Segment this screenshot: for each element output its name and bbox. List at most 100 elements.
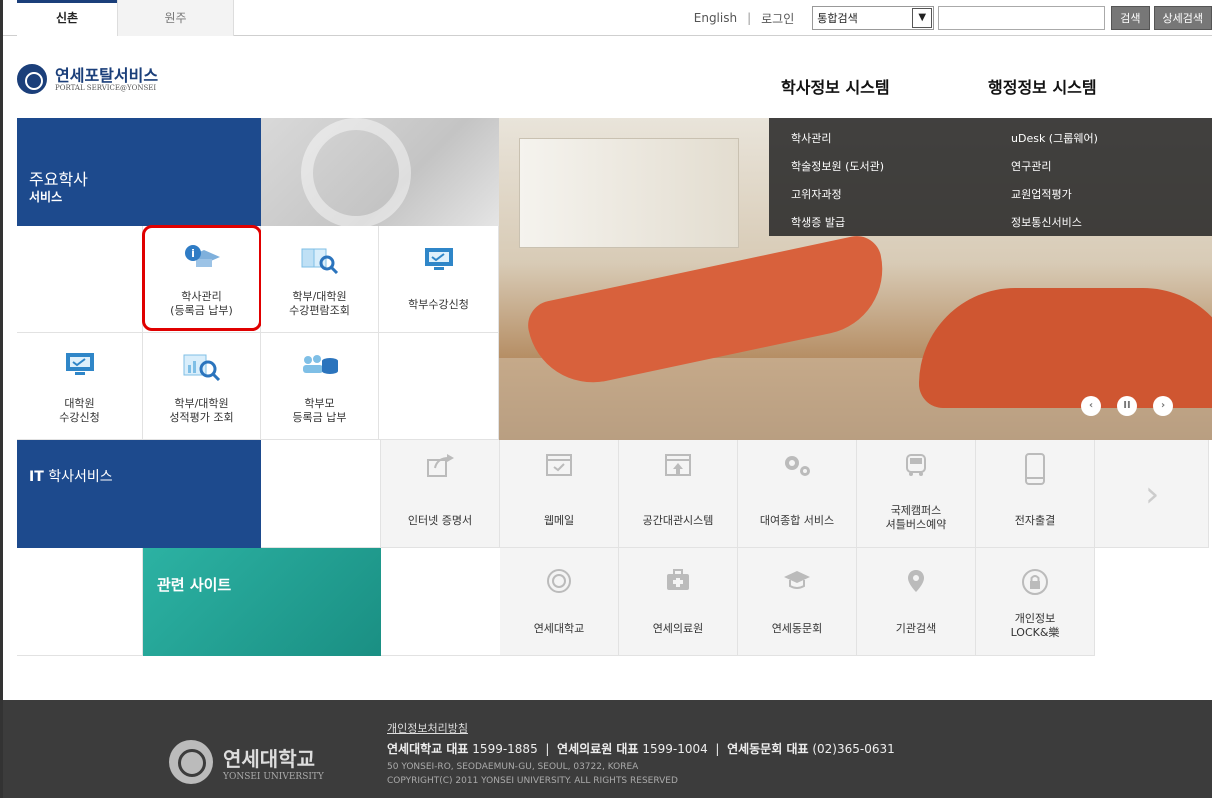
- contact-label: 연세동문회 대표: [727, 742, 809, 756]
- tile-label-line1: 학부/대학원: [292, 290, 347, 303]
- main-services-banner: 주요학사 서비스: [17, 118, 261, 226]
- portal-logo[interactable]: 연세포탈서비스 PORTAL SERVICE@YONSEI: [17, 64, 158, 94]
- site-label: 개인정보: [1014, 612, 1056, 625]
- site-label: 기관검색: [895, 622, 937, 635]
- menu-item-research[interactable]: 연구관리: [1011, 158, 1051, 174]
- english-link[interactable]: English: [690, 11, 741, 25]
- search-input[interactable]: [938, 6, 1106, 30]
- menu-item-academic-management[interactable]: 학사관리: [791, 130, 831, 146]
- tile-label-line1: 학부/대학원: [174, 397, 229, 410]
- menu-item-executive-program[interactable]: 고위자과정: [791, 186, 842, 202]
- empty-tile: [17, 226, 143, 333]
- service-space-rental[interactable]: 공간대관시스템: [619, 440, 738, 548]
- menu-item-student-id[interactable]: 학생증 발급: [791, 214, 845, 230]
- services-next-button[interactable]: ›: [1095, 440, 1209, 548]
- site-label: 연세의료원: [652, 622, 704, 635]
- menu-item-library[interactable]: 학술정보원 (도서관): [791, 158, 884, 174]
- tab-wonju[interactable]: 원주: [117, 0, 234, 36]
- site-yonsei-medical[interactable]: 연세의료원: [619, 548, 738, 656]
- contact-number: 1599-1004: [642, 742, 708, 756]
- tile-course-catalog[interactable]: 학부/대학원 수강편람조회: [261, 226, 379, 333]
- tile-label-line2: 성적평가 조회: [169, 411, 234, 424]
- footer-logo-title: 연세대학교: [223, 746, 315, 771]
- service-rental[interactable]: 대여종합 서비스: [738, 440, 857, 548]
- mobile-icon: [1025, 453, 1045, 485]
- related-sites-banner: 관련 사이트: [143, 548, 381, 656]
- search-button[interactable]: 검색: [1111, 6, 1150, 30]
- empty-tile: [379, 333, 499, 440]
- site-label: 연세동문회: [771, 622, 823, 635]
- book-search-icon: [301, 248, 338, 274]
- site-privacy-lock[interactable]: 개인정보 LOCK&樂: [976, 548, 1095, 656]
- it-title: 학사서비스: [48, 469, 113, 485]
- tile-grades[interactable]: 학부/대학원 성적평가 조회: [143, 333, 261, 440]
- chevron-down-icon[interactable]: ▼: [912, 8, 933, 28]
- privacy-policy-link[interactable]: 개인정보처리방침: [387, 720, 468, 736]
- search-scope-value: 통합검색: [817, 12, 858, 25]
- footer-address: 50 YONSEI-RO, SEODAEMUN-GU, SEOUL, 03722…: [387, 762, 639, 772]
- site-label: 연세대학교: [533, 622, 585, 635]
- graduation-cap-icon: [784, 571, 810, 589]
- advanced-search-button[interactable]: 상세검색: [1153, 6, 1212, 30]
- tile-label-line1: 학사관리: [181, 290, 222, 303]
- search-scope-select[interactable]: 통합검색 ▼: [812, 6, 935, 30]
- slider-prev-button[interactable]: ‹: [1081, 396, 1101, 416]
- site-yonsei-alumni[interactable]: 연세동문회: [738, 548, 857, 656]
- nav-admin-system[interactable]: 행정정보 시스템: [988, 74, 1097, 98]
- contact-label: 연세의료원 대표: [557, 742, 639, 756]
- it-title-bold: IT: [29, 469, 44, 485]
- svg-text:i: i: [191, 247, 195, 260]
- main-services-title: 주요학사: [29, 170, 88, 189]
- it-services-banner: IT 학사서비스: [17, 440, 261, 548]
- chart-search-icon: [183, 354, 220, 381]
- upload-box-icon: [665, 454, 691, 476]
- menu-item-it-service[interactable]: 정보통신서비스: [1011, 214, 1082, 230]
- tile-grad-registration[interactable]: 대학원 수강신청: [17, 333, 143, 440]
- site-label-line2: LOCK&樂: [1010, 626, 1060, 639]
- nav-academic-system[interactable]: 학사정보 시스템: [781, 74, 890, 98]
- footer: 연세대학교 YONSEI UNIVERSITY 개인정보처리방침 연세대학교 대…: [3, 700, 1212, 798]
- service-webmail[interactable]: 웹메일: [500, 440, 619, 548]
- service-shuttle-bus[interactable]: 국제캠퍼스 셔틀버스예약: [857, 440, 976, 548]
- tile-label-line2: 등록금 납부: [292, 411, 347, 424]
- medical-kit-icon: [667, 569, 689, 590]
- tile-label-line2: 수강편람조회: [289, 304, 350, 317]
- slider-pause-button[interactable]: II: [1117, 396, 1137, 416]
- empty-tile: [17, 548, 143, 656]
- tile-undergrad-registration[interactable]: 학부수강신청: [379, 226, 499, 333]
- footer-logo[interactable]: 연세대학교 YONSEI UNIVERSITY: [169, 740, 324, 784]
- footer-copyright: COPYRIGHT(C) 2011 YONSEI UNIVERSITY. ALL…: [387, 776, 678, 786]
- contact-number: (02)365-0631: [812, 742, 895, 756]
- mail-check-icon: [546, 454, 572, 476]
- lock-icon: [1022, 569, 1048, 595]
- logo-title: 연세포탈서비스: [55, 65, 159, 85]
- site-yonsei-university[interactable]: 연세대학교: [500, 548, 619, 656]
- header: 연세포탈서비스 PORTAL SERVICE@YONSEI 학사정보 시스템 행…: [3, 36, 1212, 118]
- share-icon: [427, 454, 454, 477]
- service-internet-certificate[interactable]: 인터넷 증명서: [381, 440, 500, 548]
- graduation-info-icon: i: [184, 245, 220, 267]
- location-pin-icon: [908, 570, 924, 592]
- yonsei-emblem-icon: [17, 64, 47, 94]
- login-link[interactable]: 로그인: [757, 10, 798, 27]
- service-label: 전자출결: [1014, 514, 1056, 527]
- service-label: 공간대관시스템: [642, 514, 714, 527]
- service-e-attendance[interactable]: 전자출결: [976, 440, 1095, 548]
- chevron-right-icon: ›: [1145, 474, 1160, 515]
- system-menu-dropdown: 학사관리 학술정보원 (도서관) 고위자과정 학생증 발급 uDesk (그룹웨…: [769, 118, 1212, 236]
- empty-tile: [381, 548, 501, 656]
- service-label: 웹메일: [543, 514, 575, 527]
- tab-sinchon[interactable]: 신촌: [17, 0, 117, 36]
- contact-number: 1599-1885: [472, 742, 538, 756]
- monitor-check-icon: [65, 353, 94, 375]
- people-coins-icon: [302, 355, 338, 374]
- menu-item-faculty-evaluation[interactable]: 교원업적평가: [1011, 186, 1072, 202]
- tile-academic-management[interactable]: i 학사관리 (등록금 납부): [142, 225, 262, 333]
- site-organization-search[interactable]: 기관검색: [857, 548, 976, 656]
- separator: |: [747, 11, 752, 25]
- yonsei-emblem-icon: [169, 740, 213, 784]
- slider-next-button[interactable]: ›: [1153, 396, 1173, 416]
- tile-parent-tuition[interactable]: 학부모 등록금 납부: [261, 333, 379, 440]
- bus-icon: [906, 454, 926, 476]
- menu-item-udesk[interactable]: uDesk (그룹웨어): [1011, 130, 1098, 146]
